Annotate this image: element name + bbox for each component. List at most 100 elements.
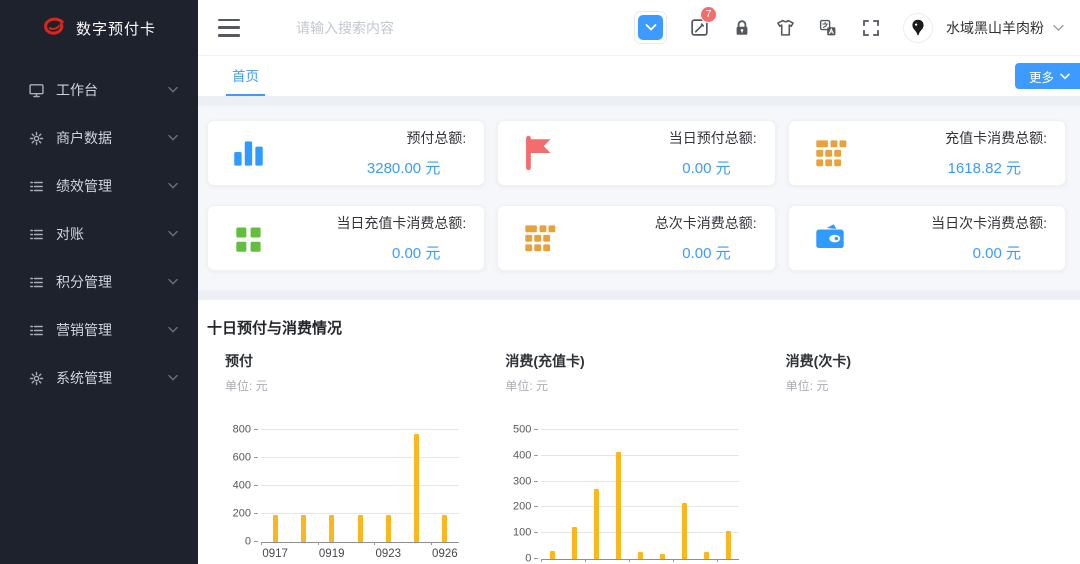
bar xyxy=(273,515,278,542)
x-axis-labels: 0917091909230926 xyxy=(261,548,459,564)
gridline xyxy=(261,513,459,514)
flag-icon xyxy=(520,134,558,172)
y-tick xyxy=(534,455,538,456)
chart-plot: 0100200300400500 xyxy=(505,430,785,560)
x-tick xyxy=(585,559,586,562)
sidebar-item-label: 系统管理 xyxy=(56,368,168,388)
stat-card-today-recharge-consume: 当日充值卡消费总额: 0.00 元 xyxy=(207,205,485,271)
chevron-down-icon xyxy=(168,86,178,94)
list-icon xyxy=(28,274,45,291)
main-area: 7 xyxy=(198,0,1080,564)
charts-section: 十日预付与消费情况 预付单位: 元02004006008000917091909… xyxy=(198,300,1080,564)
sidebar-item-performance[interactable]: 绩效管理 xyxy=(0,162,198,210)
chevron-down-icon xyxy=(168,374,178,382)
chart-2: 消费(充值卡)单位: 元0100200300400500091709190922… xyxy=(505,351,785,564)
stat-value: 0.00 元 xyxy=(392,242,466,263)
chevron-down-icon xyxy=(168,326,178,334)
sidebar-item-marketing[interactable]: 营销管理 xyxy=(0,306,198,354)
sidebar-item-label: 绩效管理 xyxy=(56,176,168,196)
sidebar-menu: 工作台 商户数据 绩效管理 xyxy=(0,56,198,402)
stat-value: 3280.00 元 xyxy=(367,157,466,178)
y-axis-label: 600 xyxy=(219,453,251,464)
chevron-down-icon xyxy=(168,182,178,190)
sidebar-item-label: 工作台 xyxy=(56,80,168,100)
wallet-icon xyxy=(811,219,849,257)
stat-label: 预付总额: xyxy=(406,128,466,148)
bar xyxy=(682,503,687,559)
brand-swirl-icon xyxy=(42,16,67,41)
sidebar-item-label: 营销管理 xyxy=(56,320,168,340)
sidebar-item-workbench[interactable]: 工作台 xyxy=(0,66,198,114)
bar xyxy=(386,515,391,542)
sidebar-item-system[interactable]: 系统管理 xyxy=(0,354,198,402)
chart-subtitle: 单位: 元 xyxy=(786,377,1066,394)
chevron-down-icon xyxy=(638,15,663,40)
sidebar-item-label: 积分管理 xyxy=(56,272,168,292)
translate-button[interactable] xyxy=(817,17,839,39)
y-axis-label: 0 xyxy=(219,537,251,548)
bar xyxy=(638,552,643,559)
stats-section: 预付总额: 3280.00 元 当日预付总额: 0.00 元 xyxy=(198,106,1080,290)
stat-value: 1618.82 元 xyxy=(948,157,1047,178)
list-icon xyxy=(28,178,45,195)
hamburger-menu-icon[interactable] xyxy=(218,19,240,37)
y-axis-label: 200 xyxy=(499,502,531,513)
y-tick xyxy=(534,429,538,430)
chart-title: 预付 xyxy=(225,351,505,371)
stat-label: 总次卡消费总额: xyxy=(655,213,757,233)
x-tick xyxy=(374,542,375,545)
y-tick xyxy=(254,513,258,514)
stat-label: 当日次卡消费总额: xyxy=(931,213,1047,233)
notification-badge: 7 xyxy=(700,6,717,23)
sidebar-item-label: 对账 xyxy=(56,224,168,244)
x-tick xyxy=(629,559,630,562)
y-tick xyxy=(534,506,538,507)
stat-card-times-card-total: 总次卡消费总额: 0.00 元 xyxy=(497,205,775,271)
charts-row: 预付单位: 元02004006008000917091909230926消费(充… xyxy=(207,351,1066,564)
y-axis-label: 300 xyxy=(499,476,531,487)
chevron-down-icon[interactable] xyxy=(1053,24,1064,32)
y-axis-label: 200 xyxy=(219,509,251,520)
sidebar-item-points[interactable]: 积分管理 xyxy=(0,258,198,306)
search-input[interactable] xyxy=(296,20,626,36)
bar xyxy=(329,515,334,542)
fullscreen-button[interactable] xyxy=(860,17,882,39)
message-tools-button[interactable]: 7 xyxy=(688,17,710,39)
gridline xyxy=(541,506,739,507)
more-button[interactable]: 更多 xyxy=(1015,63,1080,89)
chart-title: 消费(次卡) xyxy=(786,351,1066,371)
sidebar: 数字预付卡 工作台 商户数据 xyxy=(0,0,198,564)
x-tick xyxy=(717,559,718,562)
y-axis-label: 400 xyxy=(219,481,251,492)
x-tick xyxy=(673,559,674,562)
y-axis-label: 400 xyxy=(499,450,531,461)
stat-card-prepaid-total: 预付总额: 3280.00 元 xyxy=(207,120,485,186)
bar xyxy=(301,515,306,542)
stat-card-today-prepaid: 当日预付总额: 0.00 元 xyxy=(497,120,775,186)
username[interactable]: 水域黑山羊肉粉 xyxy=(946,18,1044,38)
list-icon xyxy=(28,322,45,339)
tabbar: 首页 更多 xyxy=(198,56,1080,96)
tab-home[interactable]: 首页 xyxy=(226,56,265,96)
avatar[interactable] xyxy=(903,13,933,43)
chevron-down-icon xyxy=(168,278,178,286)
chart-subtitle: 单位: 元 xyxy=(225,377,505,394)
list-icon xyxy=(28,226,45,243)
sidebar-item-reconciliation[interactable]: 对账 xyxy=(0,210,198,258)
sidebar-item-merchant-data[interactable]: 商户数据 xyxy=(0,114,198,162)
bar xyxy=(594,489,599,559)
stat-value: 0.00 元 xyxy=(682,157,756,178)
chart-1: 预付单位: 元02004006008000917091909230926 xyxy=(225,351,505,564)
theme-tshirt-button[interactable] xyxy=(774,17,796,39)
stat-label: 当日预付总额: xyxy=(669,128,757,148)
section-title: 十日预付与消费情况 xyxy=(207,317,1066,338)
y-tick xyxy=(534,558,538,559)
app-title: 数字预付卡 xyxy=(76,18,156,39)
x-axis-label: 0923 xyxy=(375,548,401,560)
y-tick xyxy=(254,429,258,430)
lock-button[interactable] xyxy=(731,17,753,39)
x-tick xyxy=(318,542,319,545)
x-tick xyxy=(261,542,262,545)
stat-card-recharge-consume-total: 充值卡消费总额: 1618.82 元 xyxy=(788,120,1066,186)
select-toggle-button[interactable] xyxy=(634,11,667,44)
